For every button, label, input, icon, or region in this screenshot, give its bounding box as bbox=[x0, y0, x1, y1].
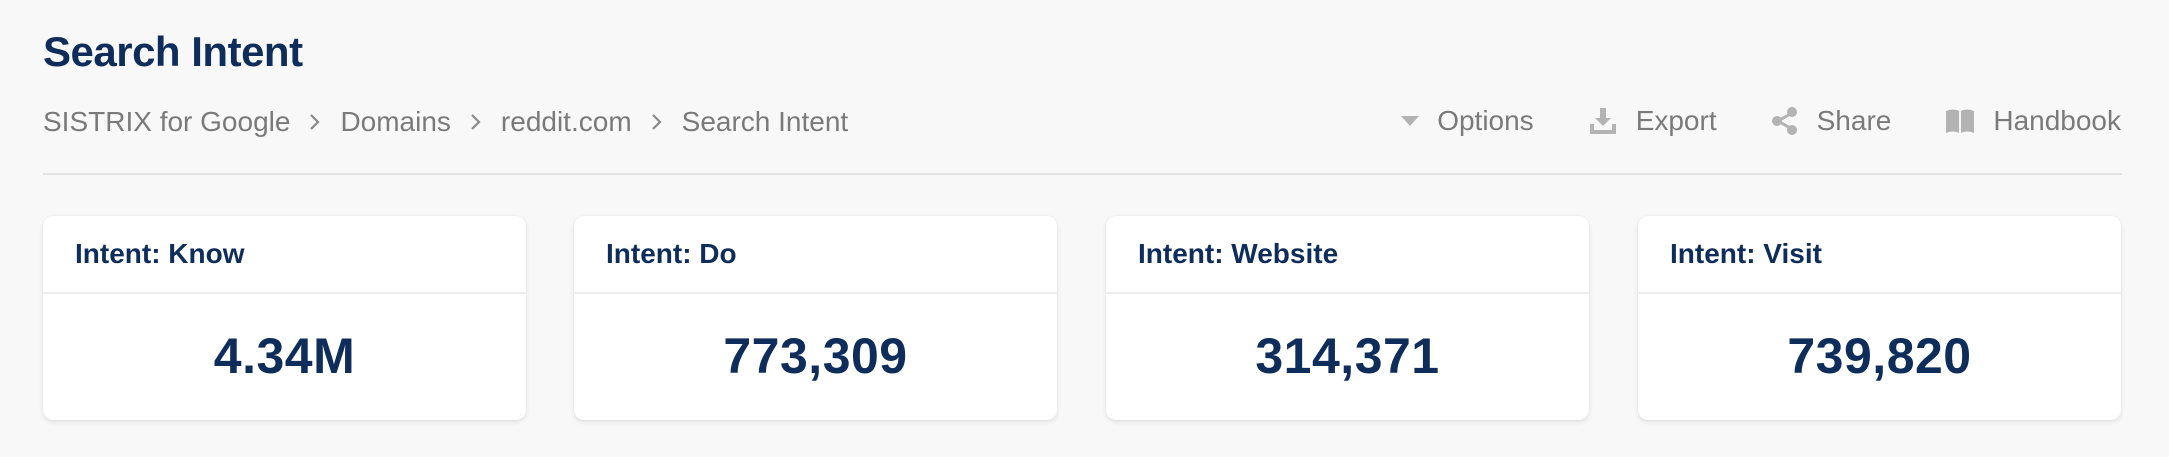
card-value: 314,371 bbox=[1255, 328, 1440, 384]
options-label: Options bbox=[1437, 105, 1534, 136]
card-title: Intent: Website bbox=[1106, 216, 1589, 294]
breadcrumb-item-domains[interactable]: Domains bbox=[340, 104, 450, 140]
share-icon bbox=[1771, 106, 1799, 136]
share-label: Share bbox=[1816, 105, 1892, 136]
breadcrumb: SISTRIX for Google Domains reddit.com Se… bbox=[43, 104, 848, 140]
intent-know-card: Intent: Know 4.34M bbox=[43, 216, 526, 420]
card-title: Intent: Do bbox=[574, 216, 1057, 294]
intent-website-card: Intent: Website 314,371 bbox=[1106, 216, 1589, 420]
chevron-right-icon bbox=[632, 113, 682, 131]
breadcrumb-item-sistrix[interactable]: SISTRIX for Google bbox=[43, 104, 290, 140]
handbook-button[interactable]: Handbook bbox=[1945, 102, 2121, 140]
chevron-right-icon bbox=[290, 113, 340, 131]
card-value: 773,309 bbox=[723, 328, 908, 384]
caret-down-icon bbox=[1401, 115, 1420, 127]
card-value: 739,820 bbox=[1787, 328, 1972, 384]
share-button[interactable]: Share bbox=[1771, 102, 1892, 140]
card-value: 4.34M bbox=[213, 328, 356, 384]
breadcrumb-item-domain[interactable]: reddit.com bbox=[501, 104, 632, 140]
export-button[interactable]: Export bbox=[1588, 102, 1717, 140]
handbook-label: Handbook bbox=[1993, 105, 2121, 136]
page-title: Search Intent bbox=[43, 28, 303, 75]
chevron-right-icon bbox=[451, 113, 501, 131]
options-button[interactable]: Options bbox=[1401, 102, 1534, 140]
card-title: Intent: Visit bbox=[1638, 216, 2121, 294]
breadcrumb-item-current: Search Intent bbox=[681, 106, 849, 137]
book-icon bbox=[1945, 108, 1975, 134]
toolbar: Options Export Share Handbook bbox=[1401, 102, 2121, 140]
download-icon bbox=[1588, 106, 1618, 136]
card-title: Intent: Know bbox=[43, 216, 526, 294]
intent-do-card: Intent: Do 773,309 bbox=[574, 216, 1057, 420]
header-divider bbox=[43, 173, 2122, 175]
export-label: Export bbox=[1635, 105, 1717, 136]
intent-visit-card: Intent: Visit 739,820 bbox=[1638, 216, 2121, 420]
